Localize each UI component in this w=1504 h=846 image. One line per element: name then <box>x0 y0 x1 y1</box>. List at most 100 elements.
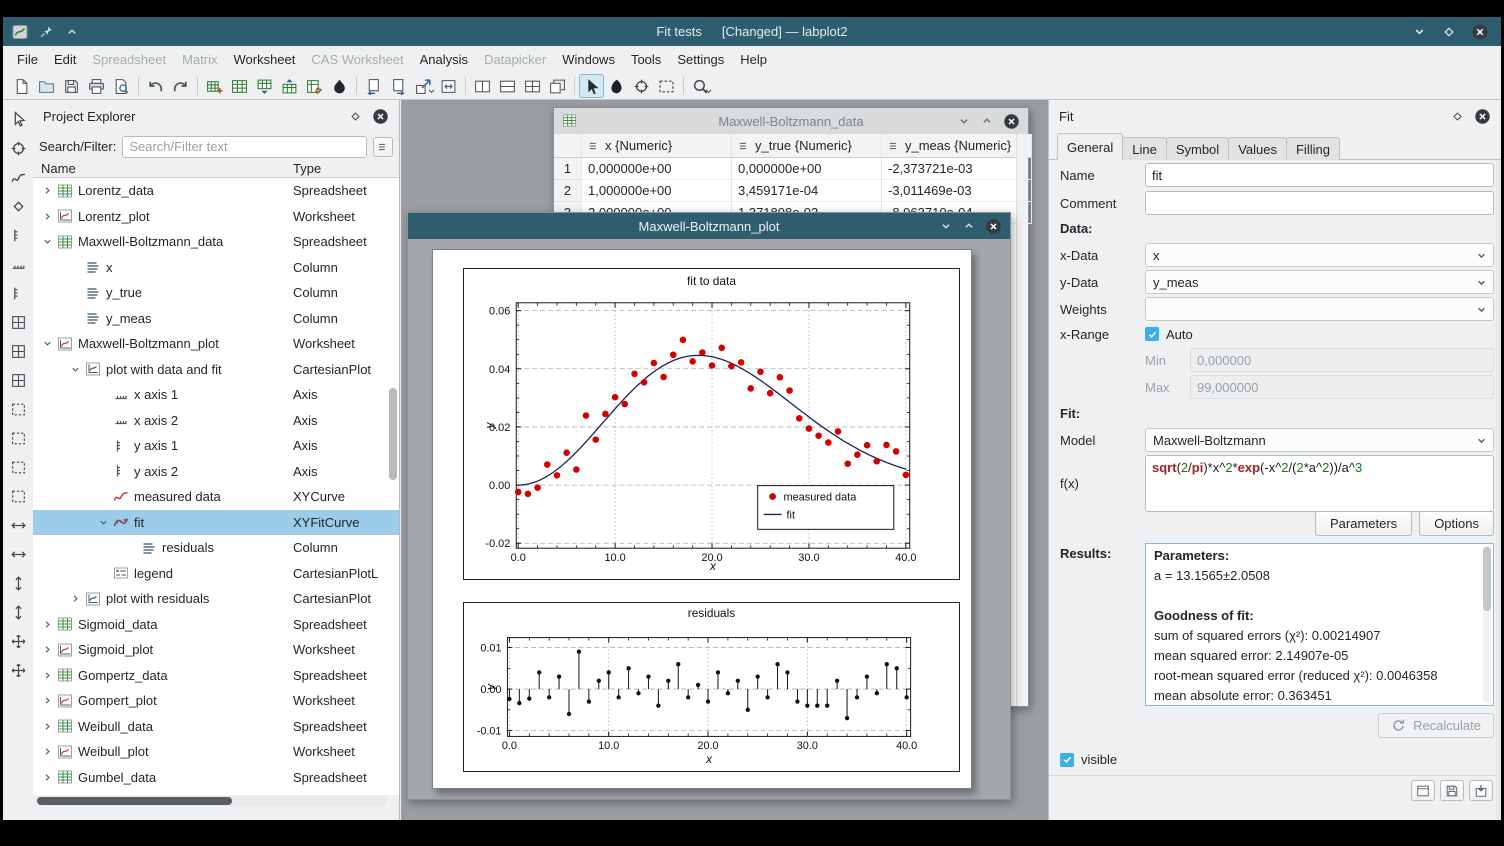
worksheet-page[interactable]: fit to data0.010.020.030.040.0-0.020.000… <box>432 249 972 789</box>
tree-item-y-meas[interactable]: y_measColumn <box>33 306 399 332</box>
new-project-button[interactable] <box>9 74 34 98</box>
previous-page-button[interactable] <box>361 74 386 98</box>
recalculate-button[interactable]: Recalculate <box>1378 713 1494 738</box>
tree-item-gompertz-data[interactable]: Gompertz_dataSpreadsheet <box>33 663 399 689</box>
tab-general[interactable]: General <box>1057 133 1123 160</box>
shift-right-x-tool-button[interactable] <box>7 543 29 565</box>
tree-vertical-scrollbar[interactable] <box>389 178 397 794</box>
dock-scrollbar[interactable] <box>1496 160 1501 820</box>
formula-editor[interactable]: sqrt(2/pi)*x^2*exp(-x^2/(2*a^2))/a^3 <box>1145 455 1494 512</box>
plot-window-titlebar[interactable]: Maxwell-Boltzmann_plot <box>408 213 1010 239</box>
save-project-button[interactable] <box>59 74 84 98</box>
visible-checkbox[interactable] <box>1060 753 1074 767</box>
weights-select[interactable] <box>1145 297 1494 321</box>
options-button[interactable]: Options <box>1419 511 1494 536</box>
scrollbar-thumb[interactable] <box>389 388 397 480</box>
tree-item-weibull-data[interactable]: Weibull_dataSpreadsheet <box>33 714 399 740</box>
pan-mode-button[interactable] <box>604 74 629 98</box>
collapse-icon[interactable] <box>67 361 83 377</box>
menu-edit[interactable]: Edit <box>46 46 84 73</box>
column-header-y-meas-numeric[interactable]: y_meas {Numeric} <box>882 134 1032 158</box>
add-symbol-tool-button[interactable] <box>7 195 29 217</box>
tile-windows-button[interactable] <box>520 74 545 98</box>
minimize-window-icon[interactable] <box>957 114 971 128</box>
collapse-icon[interactable] <box>95 514 111 530</box>
auto-range-checkbox[interactable] <box>1145 327 1159 341</box>
export-data-button[interactable] <box>277 74 302 98</box>
cascade-windows-button[interactable] <box>545 74 570 98</box>
add-plot-tool-button[interactable] <box>7 311 29 333</box>
collapse-icon[interactable] <box>39 234 55 250</box>
tree-item-lorentz-plot[interactable]: Lorentz_plotWorksheet <box>33 204 399 230</box>
tree-item-lorentz-data[interactable]: Lorentz_dataSpreadsheet <box>33 178 399 204</box>
cell[interactable]: -2,373721e-03 <box>882 158 1032 180</box>
expand-icon[interactable] <box>39 642 55 658</box>
cell[interactable]: -3,011469e-03 <box>882 180 1032 202</box>
worksheet-view[interactable]: fit to data0.010.020.030.040.0-0.020.000… <box>408 239 1010 799</box>
scrollbar-thumb[interactable] <box>37 797 232 805</box>
tree-item-y-true[interactable]: y_trueColumn <box>33 280 399 306</box>
edit-data-button[interactable] <box>302 74 327 98</box>
tree-horizontal-scrollbar[interactable] <box>35 796 387 806</box>
tree-item-plot-with-data-and-fit[interactable]: plot with data and fitCartesianPlot <box>33 357 399 383</box>
tree-item-y-axis-2[interactable]: y axis 2Axis <box>33 459 399 485</box>
float-dock-icon[interactable] <box>349 110 362 123</box>
select-region-tool-button[interactable] <box>7 485 29 507</box>
fit-to-page-button[interactable] <box>436 74 461 98</box>
cell[interactable]: 0,000000e+00 <box>732 158 882 180</box>
tab-filling[interactable]: Filling <box>1286 137 1340 160</box>
crosshair-mode-button[interactable] <box>629 74 654 98</box>
tree-item-gompert-plot[interactable]: Gompert_plotWorksheet <box>33 688 399 714</box>
new-spreadsheet-button[interactable] <box>202 74 227 98</box>
menu-settings[interactable]: Settings <box>669 46 732 73</box>
menu-tools[interactable]: Tools <box>623 46 669 73</box>
add-y-axis-tool-button[interactable] <box>7 224 29 246</box>
add-curve-tool-button[interactable] <box>7 166 29 188</box>
tree-item-weibull-plot[interactable]: Weibull_plotWorksheet <box>33 739 399 765</box>
tree-item-maxwell-boltzmann-plot[interactable]: Maxwell-Boltzmann_plotWorksheet <box>33 331 399 357</box>
expand-icon[interactable] <box>67 591 83 607</box>
model-select[interactable]: Maxwell-Boltzmann <box>1145 428 1494 452</box>
cell[interactable]: 0,000000e+00 <box>582 158 732 180</box>
zoom-selection-tool-button[interactable] <box>7 456 29 478</box>
expand-icon[interactable] <box>39 616 55 632</box>
auto-scale-tool-button[interactable] <box>7 630 29 652</box>
maximize-icon[interactable] <box>1442 25 1456 39</box>
name-input[interactable] <box>1145 163 1494 187</box>
add-x-axis-tool-button[interactable] <box>7 253 29 275</box>
float-dock-icon[interactable] <box>1451 110 1464 123</box>
tree-item-gumbel-plot[interactable]: Gumbel_plotWorksheet <box>33 790 399 795</box>
tree-item-plot-with-residuals[interactable]: plot with residualsCartesianPlot <box>33 586 399 612</box>
add-plot-2-tool-button[interactable] <box>7 340 29 362</box>
menu-analysis[interactable]: Analysis <box>412 46 476 73</box>
expand-icon[interactable] <box>39 183 55 199</box>
maximize-window-icon[interactable] <box>980 114 994 128</box>
export-results-button[interactable] <box>1469 780 1493 801</box>
tree-item-measured-data[interactable]: measured dataXYCurve <box>33 484 399 510</box>
shade-icon[interactable] <box>65 25 79 39</box>
tree-item-gumbel-data[interactable]: Gumbel_dataSpreadsheet <box>33 765 399 791</box>
shift-left-x-tool-button[interactable] <box>7 514 29 536</box>
pin-icon[interactable] <box>40 25 53 38</box>
cell[interactable]: 1,000000e+00 <box>582 180 732 202</box>
residuals-chart[interactable]: residuals0.010.020.030.040.0-0.010.000.0… <box>463 602 960 772</box>
menu-windows[interactable]: Windows <box>554 46 623 73</box>
tree-item-sigmoid-data[interactable]: Sigmoid_dataSpreadsheet <box>33 612 399 638</box>
column-header-y-true-numeric[interactable]: y_true {Numeric} <box>732 134 882 158</box>
zoom-x-selection-tool-button[interactable] <box>7 398 29 420</box>
next-page-button[interactable] <box>386 74 411 98</box>
cell[interactable]: 3,459171e-04 <box>732 180 882 202</box>
tree-item-y-axis-1[interactable]: y axis 1Axis <box>33 433 399 459</box>
export-worksheet-button[interactable] <box>411 74 436 98</box>
column-header-x-numeric[interactable]: x {Numeric} <box>582 134 732 158</box>
tree-item-x-axis-2[interactable]: x axis 2Axis <box>33 408 399 434</box>
tree-item-x[interactable]: xColumn <box>33 255 399 281</box>
menu-help[interactable]: Help <box>732 46 775 73</box>
tree-item-legend[interactable]: legendCartesianPlotL <box>33 561 399 587</box>
results-panel-button[interactable] <box>1411 780 1435 801</box>
import-data-button[interactable] <box>252 74 277 98</box>
shift-up-y-tool-button[interactable] <box>7 572 29 594</box>
shift-down-y-tool-button[interactable] <box>7 601 29 623</box>
print-button[interactable] <box>84 74 109 98</box>
auto-scale-x-tool-button[interactable] <box>7 659 29 681</box>
